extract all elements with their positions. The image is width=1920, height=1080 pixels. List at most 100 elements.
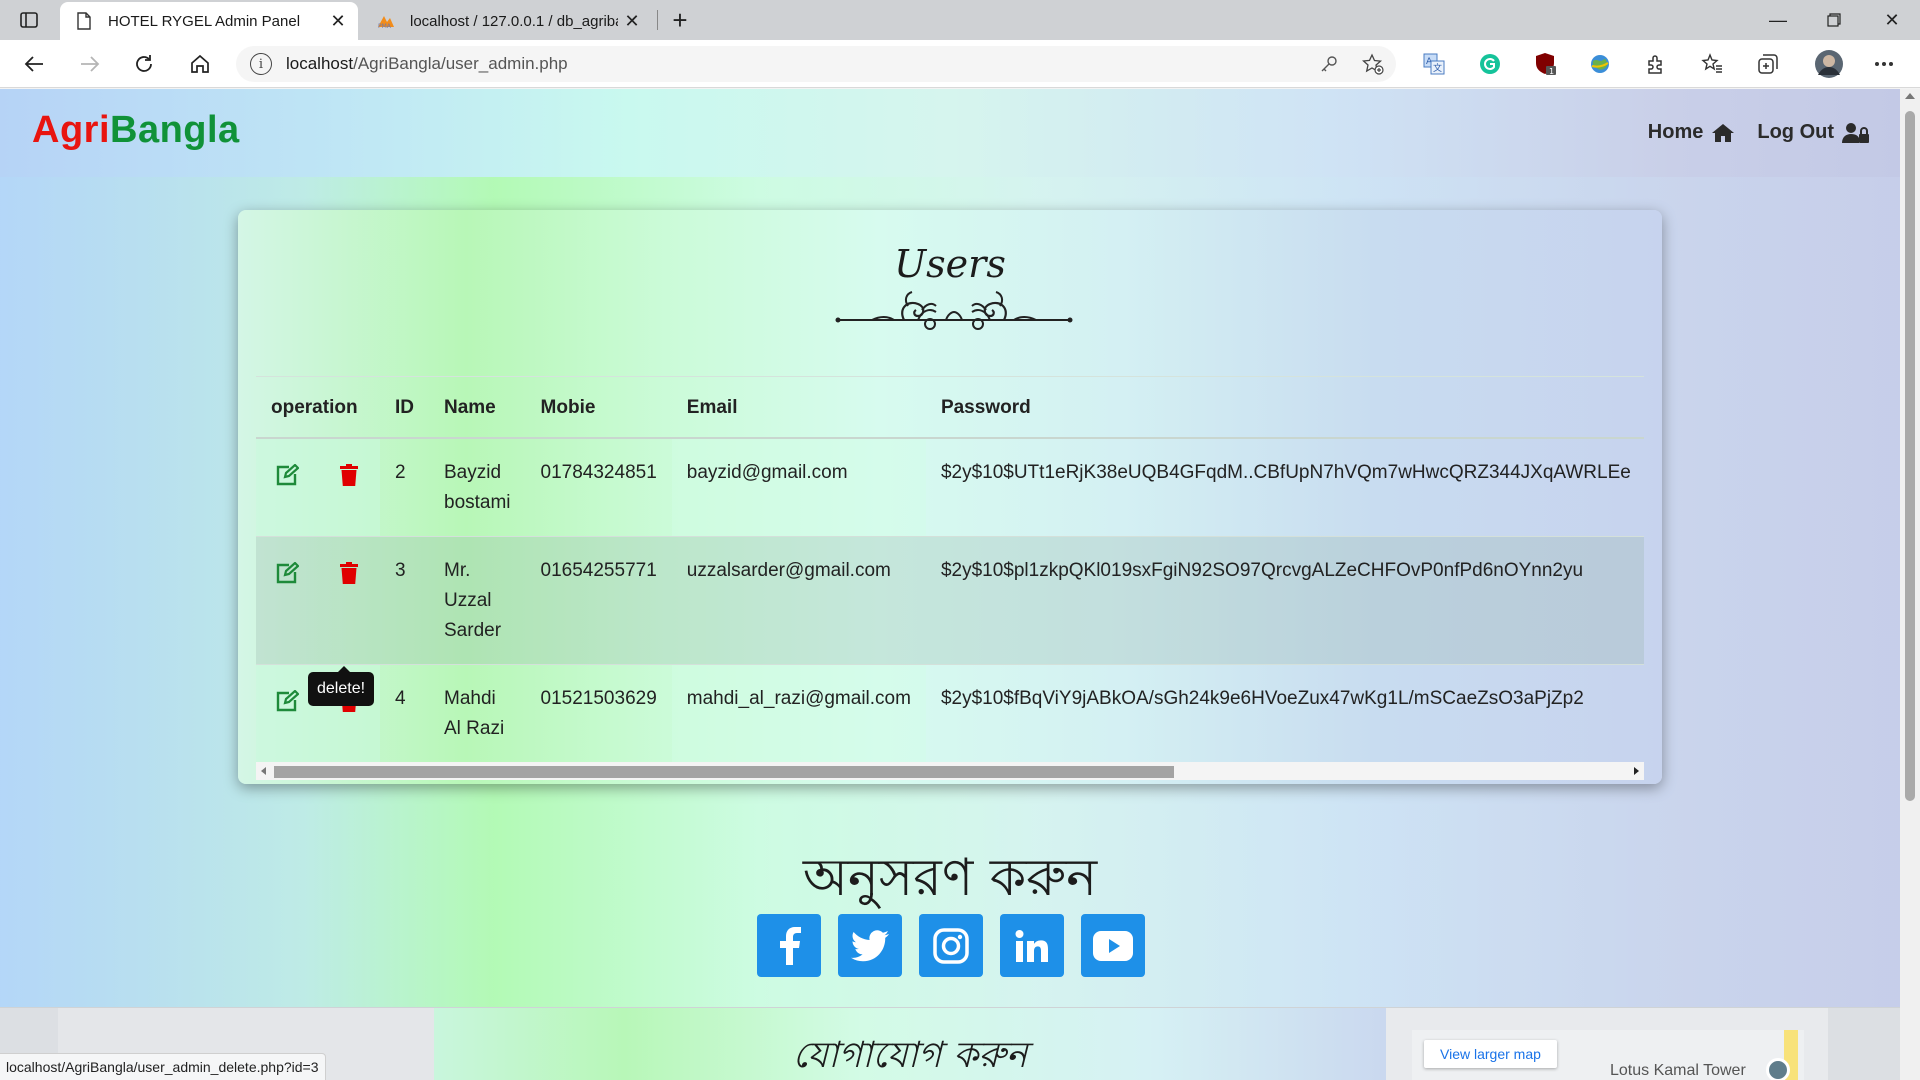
svg-text:文: 文 xyxy=(1433,62,1442,74)
forward-icon[interactable] xyxy=(72,48,108,80)
scrollbar-thumb[interactable] xyxy=(274,766,1174,778)
ornament-divider-icon xyxy=(835,291,1073,330)
social-links xyxy=(757,914,1145,977)
email-cell: bayzid@gmail.com xyxy=(671,438,926,537)
new-tab-button[interactable]: + xyxy=(666,5,694,35)
facebook-icon[interactable] xyxy=(757,914,821,977)
mobile-cell: 01654255771 xyxy=(525,536,672,665)
page-icon xyxy=(74,11,94,31)
scroll-right-icon[interactable] xyxy=(1634,767,1639,775)
table-row: 4 Mahdi Al Razi 01521503629 mahdi_al_raz… xyxy=(256,664,1644,763)
password-cell: $2y$10$fBqViY9jABkOA/sGh24k9e6HVoeZux47w… xyxy=(925,664,1644,763)
ublock-icon[interactable]: 1 xyxy=(1532,50,1560,78)
column-header: ID xyxy=(380,376,429,439)
more-options-icon[interactable] xyxy=(1870,50,1898,78)
users-card: Users operation ID Name Mobie Email Pass… xyxy=(238,210,1662,784)
footer-map-panel: View larger map Lotus Kamal Tower xyxy=(1386,1008,1828,1080)
extensions-icon[interactable] xyxy=(1642,50,1670,78)
refresh-icon[interactable] xyxy=(126,48,162,80)
top-navigation: Home Log Out xyxy=(1648,121,1870,144)
grammarly-icon[interactable] xyxy=(1476,50,1504,78)
column-header: Name xyxy=(429,376,526,439)
embedded-map[interactable]: View larger map Lotus Kamal Tower xyxy=(1412,1030,1804,1080)
collections-icon[interactable] xyxy=(1754,50,1782,78)
table-row: 2 Bayzid bostami 01784324851 bayzid@gmai… xyxy=(256,438,1644,537)
close-icon[interactable]: ✕ xyxy=(618,7,646,35)
site-logo[interactable]: AgriBangla xyxy=(32,109,240,152)
table-header-row: operation ID Name Mobie Email Password xyxy=(256,376,1644,439)
url-host: localhost xyxy=(286,54,354,73)
site-info-icon[interactable]: i xyxy=(250,53,272,75)
email-cell: uzzalsarder@gmail.com xyxy=(671,536,926,665)
name-cell: Mahdi Al Razi xyxy=(429,664,526,763)
mobile-cell: 01784324851 xyxy=(525,438,672,537)
operation-cell xyxy=(256,438,380,537)
follow-heading: অনুসরণ করুন xyxy=(802,848,1098,908)
email-cell: mahdi_al_razi@gmail.com xyxy=(671,664,926,763)
translate-icon[interactable]: A文 xyxy=(1420,50,1448,78)
edit-icon[interactable] xyxy=(271,462,303,488)
url-path: /AgriBangla/user_admin.php xyxy=(353,54,568,73)
nav-logout-link[interactable]: Log Out xyxy=(1757,121,1870,144)
svg-text:PMA: PMA xyxy=(378,23,392,29)
tab-separator xyxy=(657,10,658,30)
tab-phpmyadmin[interactable]: PMA localhost / 127.0.0.1 / db_agriban ✕ xyxy=(362,2,652,40)
scrollbar-thumb[interactable] xyxy=(1905,111,1915,801)
favorites-icon[interactable] xyxy=(1698,50,1726,78)
address-bar[interactable]: i localhost/AgriBangla/user_admin.php xyxy=(236,46,1396,82)
users-title: Users xyxy=(894,242,1006,286)
svg-text:1: 1 xyxy=(1549,67,1554,76)
users-table-wrapper[interactable]: operation ID Name Mobie Email Password 2… xyxy=(256,376,1644,764)
youtube-icon[interactable] xyxy=(1081,914,1145,977)
back-icon[interactable] xyxy=(16,48,52,80)
brand-part-2: Bangla xyxy=(110,109,240,151)
home-icon[interactable] xyxy=(182,48,218,80)
operation-cell xyxy=(256,536,380,665)
page-viewport: AgriBangla Home Log Out Users operation … xyxy=(0,89,1900,1080)
avatar[interactable] xyxy=(1813,48,1845,80)
user-lock-icon xyxy=(1842,122,1869,143)
linkedin-icon[interactable] xyxy=(1000,914,1064,977)
twitter-icon[interactable] xyxy=(838,914,902,977)
column-header: Email xyxy=(671,376,926,439)
phpmyadmin-icon: PMA xyxy=(376,11,396,31)
link-status-bar: localhost/AgriBangla/user_admin_delete.p… xyxy=(0,1053,326,1080)
nav-logout-label: Log Out xyxy=(1757,121,1834,143)
tab-title: localhost / 127.0.0.1 / db_agriban xyxy=(410,12,618,30)
globe-extension-icon[interactable] xyxy=(1586,50,1614,78)
browser-toolbar: i localhost/AgriBangla/user_admin.php A文… xyxy=(0,40,1920,88)
scroll-left-icon[interactable] xyxy=(261,767,266,775)
table-horizontal-scrollbar[interactable] xyxy=(256,762,1644,780)
name-cell: Bayzid bostami xyxy=(429,438,526,537)
password-cell: $2y$10$pl1zkpQKl019sxFgiN92SO97QrcvgALZe… xyxy=(925,536,1644,665)
id-cell: 4 xyxy=(380,664,429,763)
restore-button[interactable] xyxy=(1806,0,1862,40)
key-icon[interactable] xyxy=(1318,53,1340,75)
contact-heading: যোগাযোগ করুন xyxy=(792,1035,1028,1076)
page-vertical-scrollbar[interactable] xyxy=(1900,89,1920,1080)
scroll-up-icon[interactable] xyxy=(1905,93,1915,99)
edit-icon[interactable] xyxy=(271,688,303,714)
map-pin-icon[interactable] xyxy=(1766,1058,1790,1080)
view-larger-map-button[interactable]: View larger map xyxy=(1424,1040,1557,1068)
browser-tab-bar: HOTEL RYGEL Admin Panel ✕ PMA localhost … xyxy=(0,0,1920,40)
tab-hotel-rygel[interactable]: HOTEL RYGEL Admin Panel ✕ xyxy=(60,2,358,40)
password-cell: $2y$10$UTt1eRjK38eUQB4GFqdM..CBfUpN7hVQm… xyxy=(925,438,1644,537)
tab-actions-icon[interactable] xyxy=(18,9,40,31)
minimize-button[interactable]: — xyxy=(1750,0,1806,40)
name-cell: Mr. Uzzal Sarder xyxy=(429,536,526,665)
url-text: localhost/AgriBangla/user_admin.php xyxy=(286,54,568,74)
add-favorite-icon[interactable] xyxy=(1362,53,1384,75)
id-cell: 2 xyxy=(380,438,429,537)
instagram-icon[interactable] xyxy=(919,914,983,977)
edit-icon[interactable] xyxy=(271,560,303,586)
nav-home-link[interactable]: Home xyxy=(1648,121,1736,144)
delete-icon[interactable] xyxy=(333,560,365,586)
delete-icon[interactable] xyxy=(333,462,365,488)
nav-home-label: Home xyxy=(1647,121,1704,143)
map-place-label: Lotus Kamal Tower xyxy=(1610,1062,1746,1079)
close-window-button[interactable]: ✕ xyxy=(1864,0,1920,40)
column-header: Password xyxy=(925,376,1644,439)
delete-tooltip: delete! xyxy=(308,666,375,706)
close-icon[interactable]: ✕ xyxy=(324,7,352,35)
